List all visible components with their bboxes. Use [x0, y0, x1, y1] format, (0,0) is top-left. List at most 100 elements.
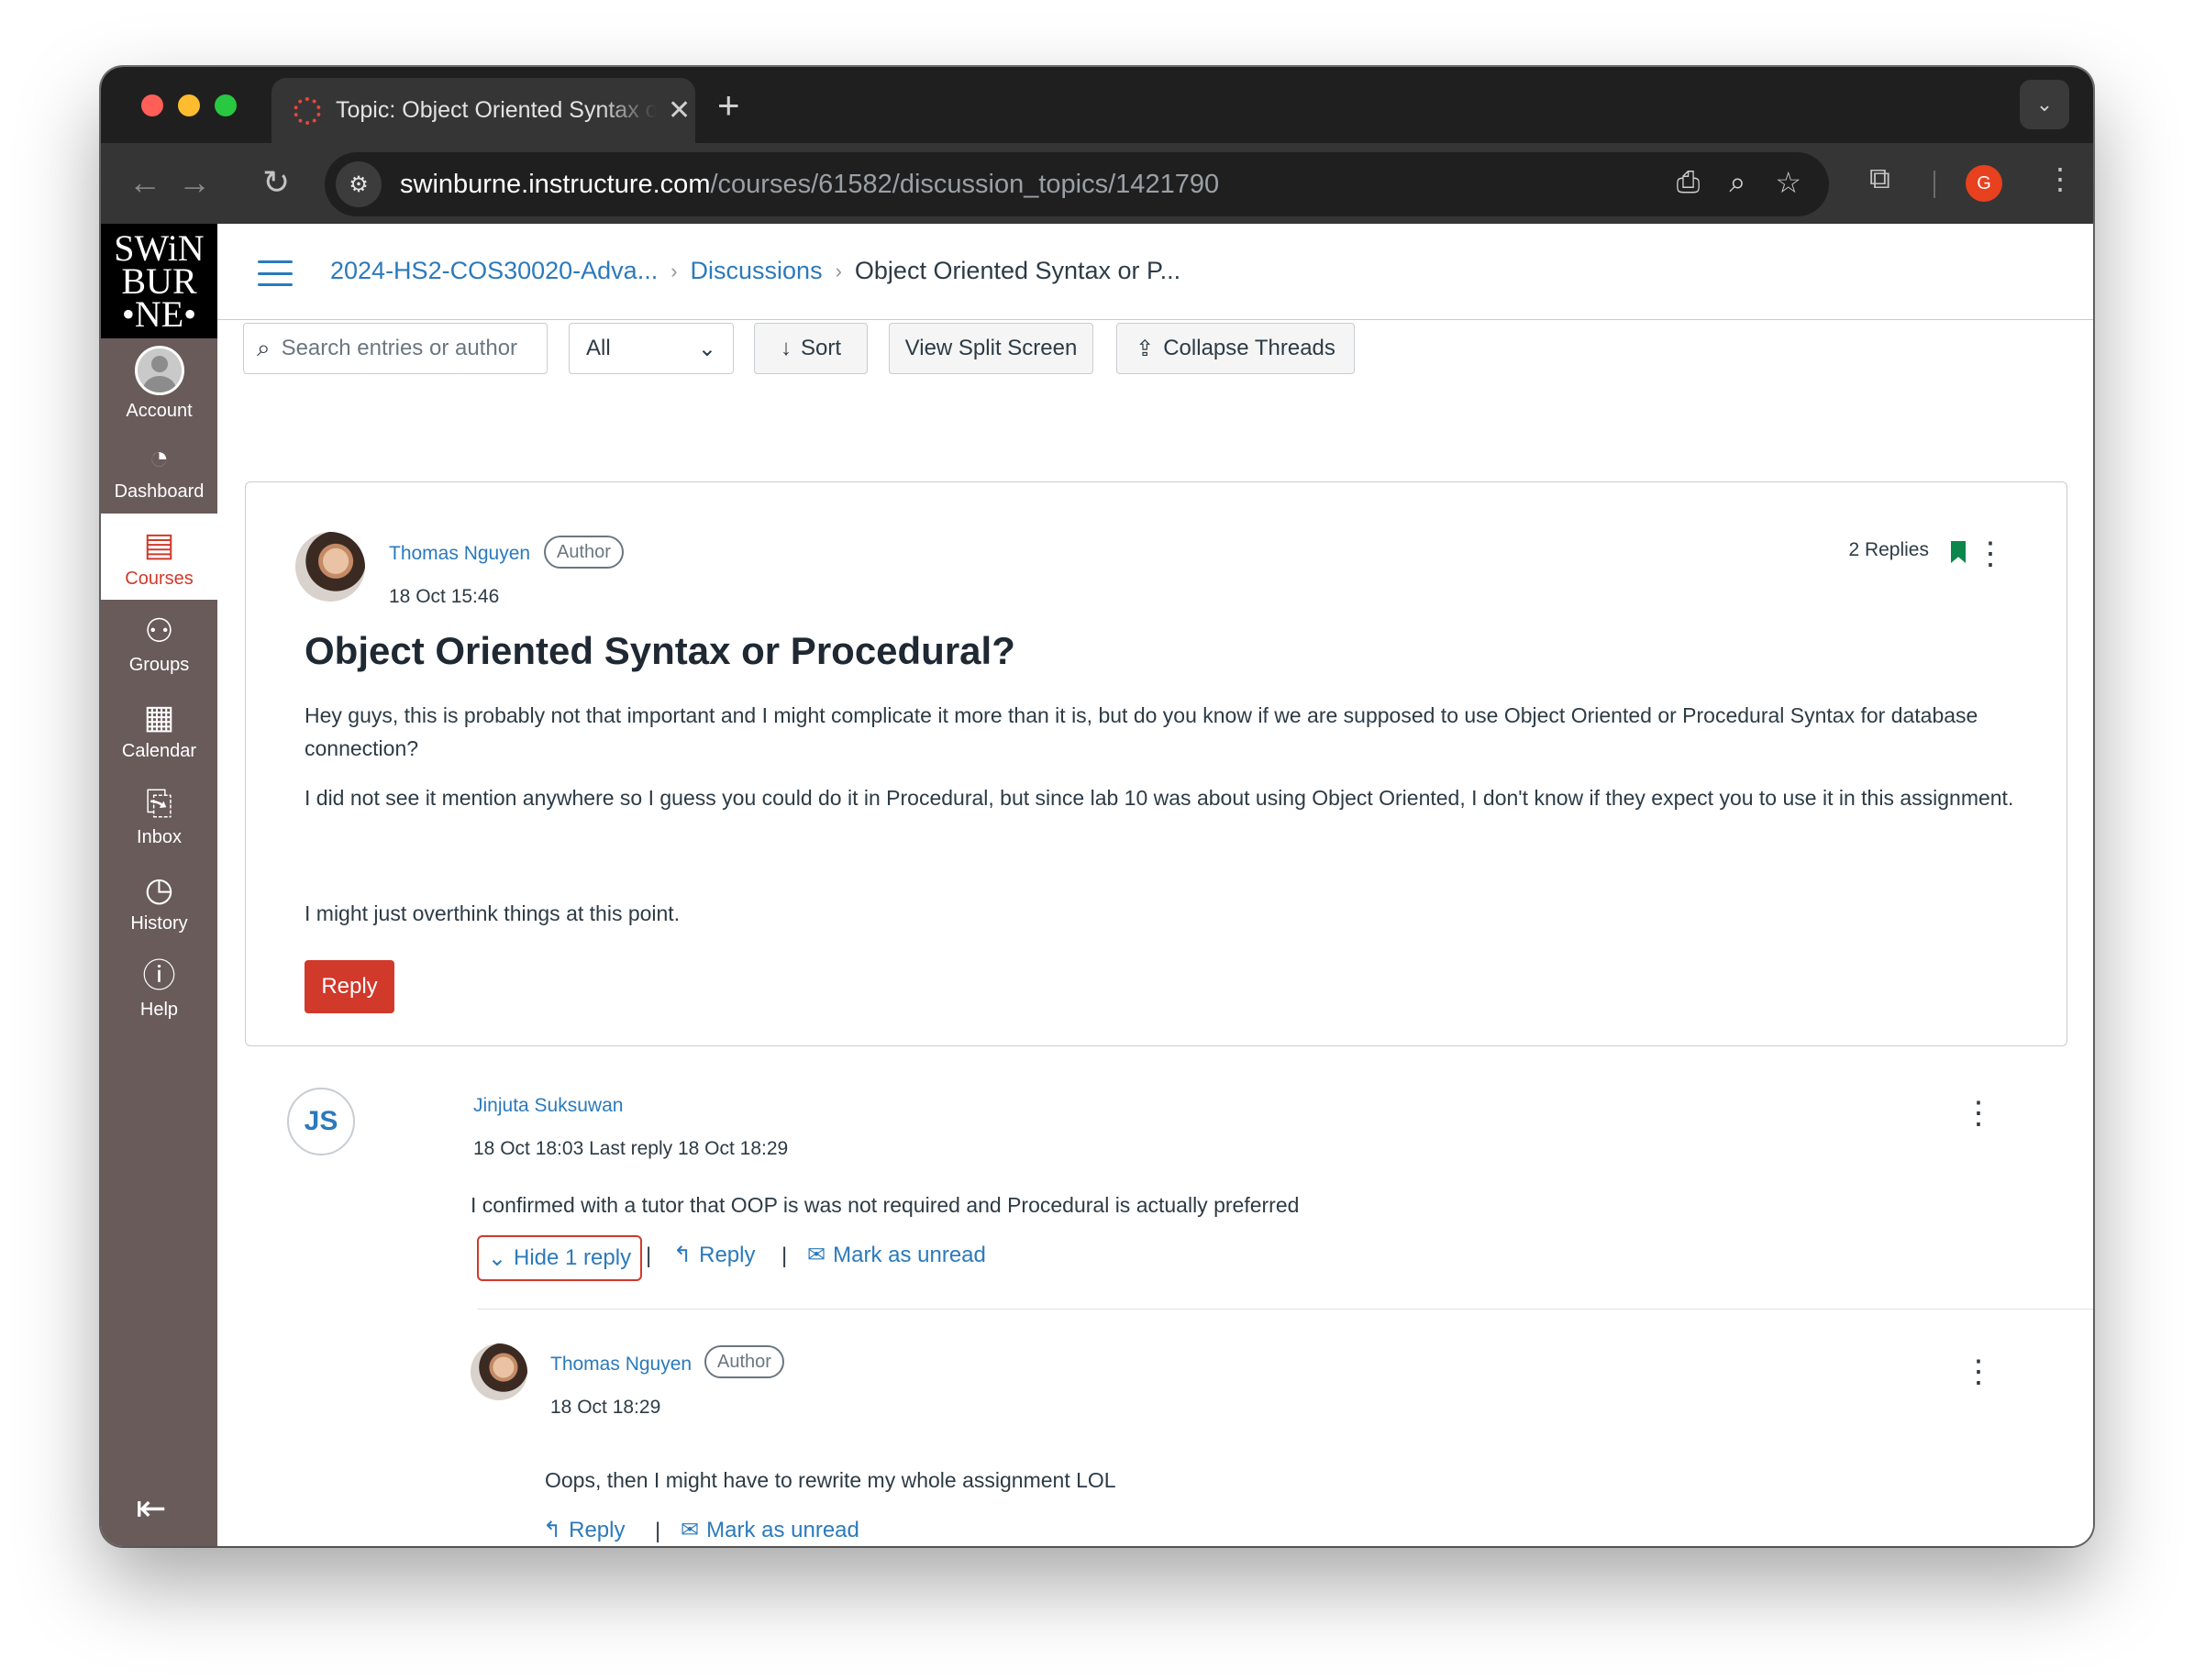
nav-item-account[interactable]: Account	[101, 340, 217, 426]
mail-unread-icon: ✉	[681, 1518, 700, 1542]
main-content: 2024-HS2-COS30020-Adva... › Discussions …	[217, 224, 2093, 1546]
bookmark-icon[interactable]	[1951, 541, 1966, 563]
split-screen-button[interactable]: View Split Screen	[889, 323, 1093, 374]
nav-item-inbox[interactable]: ⎘ Inbox	[101, 772, 217, 858]
action-separator: |	[781, 1243, 788, 1268]
breadcrumb: 2024-HS2-COS30020-Adva... › Discussions …	[330, 257, 1180, 285]
url-host: swinburne.instructure.com	[400, 169, 711, 199]
zoom-icon[interactable]: ⌕	[1729, 165, 1745, 200]
author-badge: Author	[704, 1345, 784, 1378]
hide-replies-button[interactable]: ⌄ Hide 1 reply	[477, 1235, 642, 1281]
install-app-icon[interactable]: ⎙	[1677, 165, 1701, 200]
tab-close-icon[interactable]: ✕	[668, 94, 691, 127]
nested-author-avatar[interactable]	[471, 1343, 527, 1400]
nav-item-calendar[interactable]: ▦ Calendar	[101, 686, 217, 772]
nested-reply-date: 18 Oct 18:29	[550, 1397, 661, 1418]
nav-label-courses: Courses	[125, 568, 194, 589]
extensions-icon[interactable]: ⧉	[1869, 161, 1890, 196]
chevron-down-icon: ⌄	[697, 336, 716, 361]
topic-paragraph: I might just overthink things at this po…	[305, 901, 681, 925]
inbox-icon: ⎘	[146, 783, 172, 822]
browser-tab[interactable]: Topic: Object Oriented Syntax or Procedu…	[271, 78, 695, 143]
browser-toolbar: ← → ↻ ⚙ swinburne.instructure.com/course…	[101, 143, 2093, 224]
reply-options-icon[interactable]: ⋮	[1963, 1098, 1994, 1129]
nav-label-dashboard: Dashboard	[114, 481, 205, 502]
global-navigation: SWiN BUR •NE• Account ◔ Dashboard ▤ Cour…	[101, 224, 217, 1546]
forward-arrow-icon[interactable]: →	[178, 163, 211, 202]
action-separator: |	[655, 1519, 661, 1543]
reply-action-button[interactable]: ↰ Reply	[673, 1242, 755, 1268]
reply-author-link[interactable]: Jinjuta Suksuwan	[473, 1095, 623, 1117]
collapse-nav-icon[interactable]: ⇤	[136, 1487, 167, 1530]
swinburne-logo[interactable]: SWiN BUR •NE•	[101, 224, 217, 338]
site-info-icon[interactable]: ⚙	[336, 161, 382, 207]
browser-window: Topic: Object Oriented Syntax or Procedu…	[101, 67, 2093, 1546]
new-tab-icon[interactable]: +	[717, 83, 740, 127]
sort-button[interactable]: ↓ Sort	[754, 323, 868, 374]
nav-label-inbox: Inbox	[137, 826, 182, 847]
filter-value: All	[586, 336, 611, 360]
search-placeholder: Search entries or author	[281, 336, 518, 360]
close-window-button[interactable]	[141, 94, 163, 116]
nav-item-help[interactable]: ⓘ Help	[101, 945, 217, 1031]
hamburger-menu-icon[interactable]	[258, 260, 293, 286]
topic-reply-button[interactable]: Reply	[305, 960, 394, 1013]
nested-mark-unread-label: Mark as unread	[706, 1517, 859, 1542]
breadcrumb-separator-icon: ›	[835, 259, 842, 282]
profile-avatar[interactable]: G	[1966, 165, 2002, 202]
maximize-window-button[interactable]	[215, 94, 237, 116]
filter-select[interactable]: All ⌄	[569, 323, 734, 374]
minimize-window-button[interactable]	[178, 94, 200, 116]
nested-reply-label: Reply	[569, 1517, 626, 1542]
mark-unread-button[interactable]: ✉ Mark as unread	[807, 1242, 986, 1268]
author-avatar[interactable]	[295, 532, 365, 602]
help-icon: ⓘ	[142, 956, 176, 994]
action-separator: |	[646, 1243, 652, 1268]
address-bar[interactable]: ⚙ swinburne.instructure.com/courses/6158…	[325, 152, 1829, 216]
thread-divider	[477, 1309, 2093, 1310]
collapse-threads-icon: ⇪	[1136, 336, 1155, 361]
toolbar-divider	[1934, 171, 1935, 198]
dashboard-icon: ◔	[149, 437, 170, 476]
groups-icon: ⚇	[144, 611, 174, 649]
reply-arrow-icon: ↰	[673, 1243, 693, 1267]
sort-arrow-icon: ↓	[780, 336, 792, 360]
nav-label-calendar: Calendar	[121, 740, 197, 761]
breadcrumb-separator-icon: ›	[670, 259, 678, 282]
courses-icon: ▤	[143, 525, 175, 563]
url-text[interactable]: swinburne.instructure.com/courses/61582/…	[400, 170, 1219, 200]
nav-item-groups[interactable]: ⚇ Groups	[101, 600, 217, 686]
author-badge: Author	[544, 536, 624, 569]
back-arrow-icon[interactable]: ←	[128, 163, 161, 202]
topic-title: Object Oriented Syntax or Procedural?	[305, 629, 1015, 672]
reload-icon[interactable]: ↻	[262, 163, 290, 202]
nav-label-history: History	[130, 912, 188, 934]
topic-card: Thomas Nguyen Author 18 Oct 15:46 2 Repl…	[245, 481, 2067, 1046]
nested-reply-options-icon[interactable]: ⋮	[1963, 1356, 1994, 1387]
header-divider	[217, 319, 2093, 320]
reply-action-label: Reply	[699, 1242, 756, 1267]
breadcrumb-course[interactable]: 2024-HS2-COS30020-Adva...	[330, 257, 658, 285]
bookmark-star-icon[interactable]: ☆	[1775, 165, 1801, 200]
hide-replies-label: Hide 1 reply	[514, 1245, 632, 1270]
nav-item-dashboard[interactable]: ◔ Dashboard	[101, 426, 217, 513]
browser-menu-icon[interactable]: ⋮	[2045, 161, 2075, 196]
search-input[interactable]: ⌕ Search entries or author	[243, 323, 548, 374]
tab-title: Topic: Object Oriented Syntax or Procedu…	[336, 97, 657, 123]
nav-item-courses[interactable]: ▤ Courses	[101, 514, 217, 600]
breadcrumb-discussions[interactable]: Discussions	[691, 257, 823, 285]
nav-label-account: Account	[126, 400, 193, 421]
collapse-threads-button[interactable]: ⇪ Collapse Threads	[1116, 323, 1355, 374]
topic-author-link[interactable]: Thomas Nguyen	[389, 543, 530, 565]
reply-text: I confirmed with a tutor that OOP is was…	[471, 1193, 1300, 1217]
nav-item-history[interactable]: ◷ History	[101, 858, 217, 945]
nested-mark-unread-button[interactable]: ✉ Mark as unread	[681, 1517, 859, 1543]
replies-count: 2 Replies	[1848, 539, 1929, 560]
canvas-favicon-icon	[294, 96, 321, 125]
topic-options-icon[interactable]: ⋮	[1975, 538, 2006, 569]
url-path: /courses/61582/discussion_topics/1421790	[710, 169, 1220, 199]
reply-author-initials-avatar[interactable]: JS	[287, 1088, 355, 1155]
nested-author-link[interactable]: Thomas Nguyen	[550, 1354, 692, 1376]
nested-reply-action-button[interactable]: ↰ Reply	[543, 1517, 625, 1543]
tab-search-chevron-icon[interactable]: ⌄	[2020, 80, 2069, 129]
